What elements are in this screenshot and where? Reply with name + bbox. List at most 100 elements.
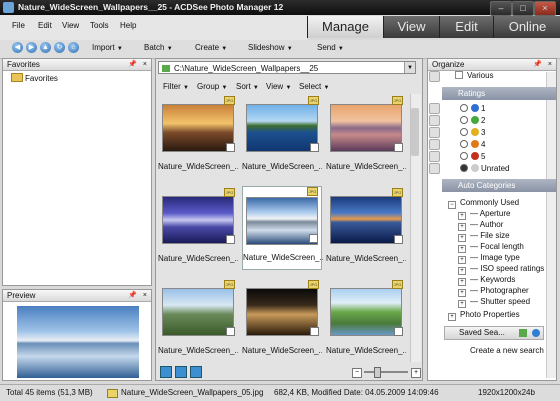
- tab-view[interactable]: View: [383, 16, 439, 38]
- thumbnail[interactable]: JPG Nature_WideScreen_...: [326, 280, 406, 364]
- panel-title: Favorites: [7, 60, 40, 69]
- tab-edit[interactable]: Edit: [439, 16, 493, 38]
- thumbnail[interactable]: JPG Nature_WideScreen_...: [326, 96, 406, 180]
- select-menu[interactable]: Select ▼: [299, 82, 329, 91]
- category-iso[interactable]: + — ISO speed ratings: [458, 264, 544, 275]
- auto-categories-header[interactable]: Auto Categories: [442, 179, 556, 192]
- view-mode-icon[interactable]: [160, 366, 172, 378]
- thumbnail[interactable]: JPG Nature_WideScreen_...: [158, 188, 238, 272]
- zoom-in-button[interactable]: +: [411, 368, 421, 378]
- thumbnail-checkbox[interactable]: [226, 235, 235, 244]
- ratings-section-header[interactable]: Ratings: [442, 87, 556, 100]
- tab-manage[interactable]: Manage: [307, 16, 383, 38]
- checkbox[interactable]: [455, 71, 463, 79]
- chevron-down-icon: ▼: [286, 46, 293, 52]
- app-icon: [3, 2, 14, 13]
- batch-menu[interactable]: Batch ▼: [144, 43, 173, 52]
- menu-help[interactable]: Help: [120, 21, 136, 30]
- category-file-size[interactable]: + — File size: [458, 231, 510, 242]
- rating-1[interactable]: 1: [460, 104, 485, 113]
- menu-tools[interactable]: Tools: [90, 21, 109, 30]
- panel-title: Organize: [432, 60, 465, 69]
- chevron-down-icon[interactable]: ▼: [404, 62, 415, 73]
- category-keywords[interactable]: + — Keywords: [458, 275, 515, 286]
- thumbnail[interactable]: JPG Nature_WideScreen_...: [242, 96, 322, 180]
- close-button[interactable]: ×: [534, 1, 556, 16]
- zoom-slider[interactable]: [364, 371, 408, 373]
- favorites-header: Favorites 📌 ×: [3, 59, 151, 71]
- menu-edit[interactable]: Edit: [38, 21, 52, 30]
- refresh-icon[interactable]: ↻: [54, 42, 65, 53]
- thumbnail[interactable]: JPG Nature_WideScreen_...: [242, 280, 322, 364]
- scrollbar-thumb[interactable]: [411, 108, 419, 156]
- filter-menu[interactable]: Filter ▼: [163, 82, 189, 91]
- pin-icon[interactable]: 📌: [128, 290, 137, 302]
- view-menu[interactable]: View ▼: [266, 82, 291, 91]
- zoom-slider-handle[interactable]: [374, 367, 381, 378]
- up-folder-icon[interactable]: ▲: [40, 42, 51, 53]
- add-search-icon[interactable]: [532, 329, 540, 337]
- thumbnail-size-icon[interactable]: [190, 366, 202, 378]
- menu-file[interactable]: File: [12, 21, 25, 30]
- category-focal-length[interactable]: + — Focal length: [458, 242, 524, 253]
- tree-item-favorites[interactable]: Favorites: [11, 73, 58, 83]
- rating-3[interactable]: 3: [460, 128, 485, 137]
- thumbnail-checkbox[interactable]: [226, 143, 235, 152]
- thumbnail-checkbox[interactable]: [394, 235, 403, 244]
- thumbnail-checkbox[interactable]: [310, 327, 319, 336]
- refresh-icon[interactable]: [175, 366, 187, 378]
- category-aperture[interactable]: + — Aperture: [458, 209, 510, 220]
- thumbnail-checkbox[interactable]: [310, 143, 319, 152]
- shield-icon: [429, 115, 440, 126]
- forward-icon[interactable]: ▶: [26, 42, 37, 53]
- close-icon[interactable]: ×: [143, 59, 147, 71]
- thumbnail-checkbox[interactable]: [309, 234, 318, 243]
- import-menu[interactable]: Import ▼: [92, 43, 123, 52]
- category-author[interactable]: + — Author: [458, 220, 503, 231]
- commonly-used-group[interactable]: − Commonly Used: [448, 198, 519, 209]
- zoom-out-button[interactable]: −: [352, 368, 362, 378]
- organize-scrollbar[interactable]: [546, 72, 556, 378]
- back-icon[interactable]: ◀: [12, 42, 23, 53]
- saved-search-icon[interactable]: [519, 329, 527, 337]
- rating-5[interactable]: 5: [460, 152, 485, 161]
- menu-view[interactable]: View: [62, 21, 79, 30]
- chevron-down-icon: ▼: [166, 46, 173, 52]
- thumbnail-checkbox[interactable]: [226, 327, 235, 336]
- path-bar[interactable]: C:\Nature_WideScreen_Wallpapers__25 ▼: [158, 61, 416, 74]
- jpg-badge: JPG: [224, 188, 235, 197]
- category-photographer[interactable]: + — Photographer: [458, 286, 529, 297]
- thumbnail-name: Nature_WideScreen_...: [326, 162, 406, 171]
- create-menu[interactable]: Create ▼: [195, 43, 227, 52]
- rating-unrated[interactable]: Unrated: [460, 164, 509, 173]
- close-icon[interactable]: ×: [548, 59, 552, 71]
- thumbnail-checkbox[interactable]: [394, 143, 403, 152]
- saved-searches-header[interactable]: Saved Sea...: [444, 326, 544, 340]
- thumbnail[interactable]: JPG Nature_WideScreen_...: [158, 96, 238, 180]
- maximize-button[interactable]: □: [512, 1, 534, 16]
- photo-properties-group[interactable]: + Photo Properties: [448, 310, 520, 321]
- minimize-button[interactable]: –: [490, 1, 512, 16]
- group-menu[interactable]: Group ▼: [197, 82, 227, 91]
- pin-icon[interactable]: 📌: [128, 59, 137, 71]
- send-menu[interactable]: Send ▼: [317, 43, 344, 52]
- thumbnail[interactable]: JPG Nature_WideScreen_...: [158, 280, 238, 364]
- close-icon[interactable]: ×: [143, 290, 147, 302]
- sort-menu[interactable]: Sort ▼: [236, 82, 259, 91]
- home-icon[interactable]: ⌂: [68, 42, 79, 53]
- slideshow-menu[interactable]: Slideshow ▼: [248, 43, 293, 52]
- rating-2[interactable]: 2: [460, 116, 485, 125]
- category-image-type[interactable]: + — Image type: [458, 253, 520, 264]
- category-shutter-speed[interactable]: + — Shutter speed: [458, 297, 530, 308]
- rating-4[interactable]: 4: [460, 140, 485, 149]
- thumbnail-selected[interactable]: JPG Nature_WideScreen_...: [242, 186, 323, 270]
- category-various[interactable]: Various: [455, 71, 494, 80]
- current-file-name: Nature_WideScreen_Wallpapers_05.jpg: [121, 388, 264, 397]
- thumbnail-checkbox[interactable]: [394, 327, 403, 336]
- jpg-badge: JPG: [224, 280, 235, 289]
- tab-online[interactable]: Online: [493, 16, 560, 38]
- thumbnail[interactable]: JPG Nature_WideScreen_...: [326, 188, 406, 272]
- pin-icon[interactable]: 📌: [533, 59, 542, 71]
- path-text: C:\Nature_WideScreen_Wallpapers__25: [174, 64, 319, 73]
- create-search-link[interactable]: Create a new search: [470, 346, 544, 355]
